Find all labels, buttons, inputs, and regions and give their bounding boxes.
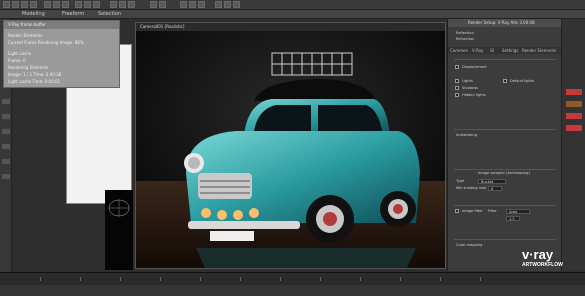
image-filter-checkbox[interactable]	[455, 209, 459, 213]
progress-row: Current Frame Rendering Image: 86%	[8, 40, 84, 45]
tab-settings[interactable]: Settings	[502, 47, 518, 54]
panel-tabs: Common V-Ray GI Settings Render Elements	[448, 47, 561, 54]
window-title: V-Ray frame buffer	[8, 22, 46, 27]
preset-row: Reflection	[456, 31, 474, 35]
shadows-checkbox[interactable]	[455, 86, 459, 90]
align-icon[interactable]	[159, 1, 166, 8]
scale-icon[interactable]	[93, 1, 100, 8]
hidden-lights-checkbox[interactable]	[455, 93, 459, 97]
material-editor-icon[interactable]	[198, 1, 205, 8]
snap-icon[interactable]	[110, 1, 117, 8]
menu-selection[interactable]: Selection	[98, 11, 121, 17]
option-label: Filter	[488, 209, 497, 213]
default-lights-checkbox[interactable]	[503, 79, 507, 83]
hierarchy-icon[interactable]	[2, 129, 10, 134]
viewport-label: Camera001 [Realistic]	[140, 24, 185, 29]
utilities-icon[interactable]	[2, 174, 10, 179]
undo-icon[interactable]	[3, 1, 10, 8]
tab-render-elements[interactable]: Render Elements	[522, 47, 556, 54]
section-divider	[454, 239, 556, 240]
unlink-icon[interactable]	[30, 1, 37, 8]
rect-select-icon[interactable]	[62, 1, 69, 8]
progress-row: Render Elements	[8, 33, 43, 38]
progress-row: Image: 1 / 1 Time: 0:00:38	[8, 72, 62, 77]
color-swatch[interactable]	[566, 125, 582, 131]
displacement-checkbox[interactable]	[455, 65, 459, 69]
option-label: Displacement	[462, 65, 487, 69]
wireframe-sphere	[108, 199, 130, 217]
rotate-icon[interactable]	[84, 1, 91, 8]
section-divider	[454, 59, 556, 60]
menu-freeform[interactable]: Freeform	[62, 11, 84, 17]
select-icon[interactable]	[44, 1, 51, 8]
ribbon: Modeling Freeform Selection	[0, 10, 585, 19]
angle-snap-icon[interactable]	[119, 1, 126, 8]
option-label: Lights	[462, 79, 473, 83]
option-label: Color mapping	[456, 243, 483, 247]
status-bar	[0, 285, 585, 296]
panel-title: Render Setup: V-Ray Adv 3.00.08	[448, 19, 561, 27]
option-label: Shadows	[462, 86, 479, 90]
rendered-frame-icon[interactable]	[224, 1, 231, 8]
option-label: Min shading rate	[456, 186, 487, 190]
render-setup-icon[interactable]	[215, 1, 222, 8]
window-titlebar[interactable]: V-Ray frame buffer	[4, 21, 119, 29]
filter-select[interactable]: Area	[506, 209, 530, 214]
secondary-viewport[interactable]	[105, 190, 133, 270]
color-swatch[interactable]	[566, 113, 582, 119]
option-label: Image filter	[462, 209, 483, 213]
link-icon[interactable]	[21, 1, 28, 8]
render-progress-window[interactable]: V-Ray frame buffer Render Elements Curre…	[3, 20, 120, 88]
progress-row: Rendering Elements	[8, 65, 49, 70]
motion-icon[interactable]	[2, 144, 10, 149]
color-swatch[interactable]	[566, 89, 582, 95]
section-divider	[454, 129, 556, 130]
main-toolbar	[0, 0, 585, 10]
select-by-name-icon[interactable]	[53, 1, 60, 8]
rendered-car-image	[136, 31, 445, 268]
section-divider	[454, 169, 556, 170]
option-label: Default lights	[510, 79, 535, 83]
filter-size-field[interactable]: 1.5	[506, 216, 520, 221]
rollout-title[interactable]: Image sampler (Antialiasing)	[478, 171, 530, 175]
vray-brand: v·ray	[522, 247, 554, 262]
option-label: Type	[456, 179, 465, 183]
render-icon[interactable]	[233, 1, 240, 8]
move-icon[interactable]	[75, 1, 82, 8]
vray-subtitle: ARTWORKFLOW	[522, 262, 563, 268]
option-label: Antialiasing	[456, 133, 477, 137]
tab-common[interactable]: Common	[450, 47, 468, 54]
create-icon[interactable]	[2, 99, 10, 104]
percent-snap-icon[interactable]	[128, 1, 135, 8]
lights-checkbox[interactable]	[455, 79, 459, 83]
render-setup-panel: Render Setup: V-Ray Adv 3.00.08 Reflecti…	[447, 19, 561, 271]
display-icon[interactable]	[2, 159, 10, 164]
option-label: Hidden lights	[462, 93, 486, 97]
curve-editor-icon[interactable]	[180, 1, 187, 8]
preset-row: Refraction	[456, 37, 475, 41]
tab-gi[interactable]: GI	[490, 47, 494, 54]
viewport-header: Camera001 [Realistic]	[136, 23, 445, 31]
command-panel-strip	[561, 19, 585, 271]
main-viewport[interactable]: Camera001 [Realistic]	[135, 22, 446, 269]
section-divider	[454, 205, 556, 206]
sampler-type-select[interactable]: Bucket	[478, 179, 506, 184]
progress-row: Light cache Time: 0:00:01	[8, 79, 61, 84]
timeline[interactable]	[0, 272, 585, 296]
progress-row: Frame: 0	[8, 58, 26, 63]
vray-logo: v·ray ARTWORKFLOW	[522, 248, 582, 278]
min-shading-rate-field[interactable]: 6	[488, 186, 502, 191]
mirror-icon[interactable]	[150, 1, 157, 8]
schematic-icon[interactable]	[189, 1, 196, 8]
modify-icon[interactable]	[2, 114, 10, 119]
progress-row: Light cache	[8, 51, 32, 56]
redo-icon[interactable]	[12, 1, 19, 8]
color-swatch[interactable]	[566, 101, 582, 107]
menu-modeling[interactable]: Modeling	[22, 11, 45, 17]
tab-vray[interactable]: V-Ray	[472, 47, 483, 54]
